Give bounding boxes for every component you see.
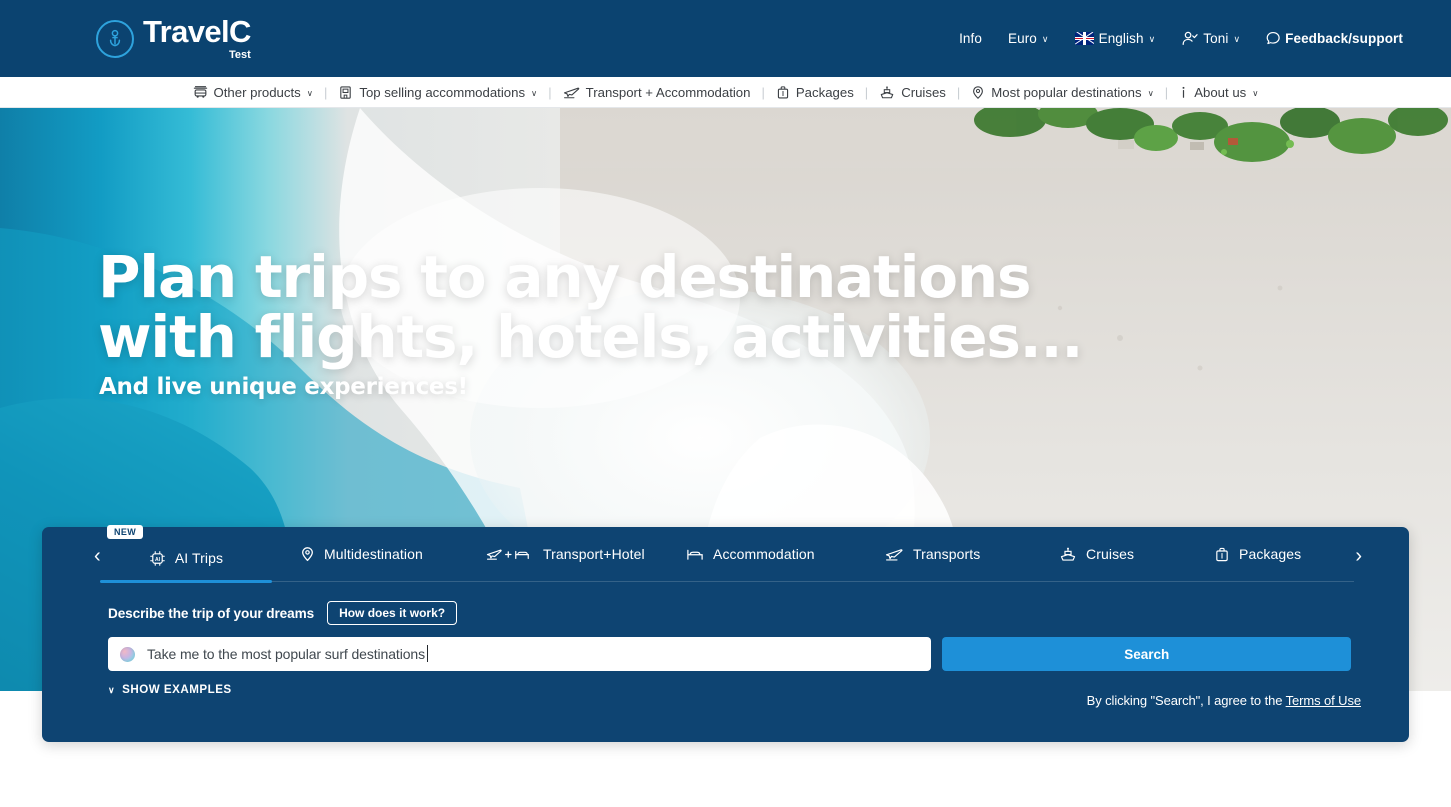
terms-of-use-link[interactable]: Terms of Use: [1286, 693, 1361, 708]
header-links: Info Euro ∨ English ∨ Toni ∨ Feedback/su…: [959, 30, 1403, 47]
header-link-currency[interactable]: Euro ∨: [1008, 31, 1049, 46]
nav-item-top-selling-accommodations-label: Top selling accommodations: [359, 84, 526, 100]
plane-icon: [885, 546, 904, 563]
suitcase-icon: [776, 85, 790, 100]
tab-packages[interactable]: Packages: [1214, 527, 1334, 582]
header-link-account-label: Toni: [1203, 31, 1229, 46]
building-icon: [338, 85, 353, 100]
show-examples-toggle[interactable]: ∨ SHOW EXAMPLES: [108, 683, 232, 696]
terms-text: By clicking "Search", I agree to the: [1086, 693, 1286, 708]
nav-item-cruises[interactable]: Cruises: [868, 85, 957, 100]
header-link-account[interactable]: Toni ∨: [1181, 30, 1240, 47]
tab-ai-trips[interactable]: NEW AI AI Trips: [100, 524, 272, 583]
nav-item-other-products-label: Other products: [213, 84, 301, 100]
user-icon: [1181, 30, 1198, 47]
tab-multidestination-label: Multidestination: [324, 546, 423, 562]
hero-subtitle: And live unique experiences!: [99, 374, 468, 400]
how-does-it-work-button[interactable]: How does it work?: [327, 601, 458, 625]
header-link-language[interactable]: English ∨: [1074, 31, 1156, 46]
logo[interactable]: TravelC Test: [96, 16, 251, 61]
tab-multidestination[interactable]: Multidestination: [300, 527, 450, 582]
anchor-circle-icon: [96, 19, 134, 58]
tab-accommodation[interactable]: Accommodation: [686, 527, 846, 582]
info-icon: [1179, 85, 1188, 100]
ship-icon: [879, 85, 895, 100]
search-input[interactable]: Take me to the most popular surf destina…: [108, 637, 932, 671]
map-pin-icon: [300, 546, 315, 562]
nav-item-transport-accommodation-label: Transport + Accommodation: [585, 84, 751, 100]
tab-transports-label: Transports: [913, 546, 981, 562]
tab-transports[interactable]: Transports: [885, 527, 1015, 582]
terms-notice: By clicking "Search", I agree to the Ter…: [1087, 693, 1361, 708]
nav-item-packages[interactable]: Packages: [765, 85, 865, 100]
chevron-down-icon: ∨: [1147, 87, 1154, 98]
search-tabs: NEW AI AI Trips Multidestination Transpo…: [100, 524, 1354, 583]
header-link-language-label: English: [1098, 31, 1144, 46]
header-link-info-label: Info: [959, 31, 982, 46]
suitcase-icon: [1214, 546, 1230, 563]
header-link-feedback[interactable]: Feedback/support: [1266, 31, 1403, 46]
page-root: TravelC Test Info Euro ∨ English ∨ Toni …: [0, 0, 1451, 807]
tabs-next-arrow[interactable]: ›: [1355, 546, 1362, 566]
nav-item-most-popular-destinations[interactable]: Most popular destinations ∨: [960, 85, 1165, 100]
ship-icon: [1059, 546, 1077, 563]
nav-item-top-selling-accommodations[interactable]: Top selling accommodations ∨: [327, 85, 548, 100]
header-link-currency-label: Euro: [1007, 31, 1037, 46]
tab-accommodation-label: Accommodation: [713, 546, 815, 562]
chevron-down-icon: ∨: [1148, 34, 1156, 44]
chevron-down-icon: ∨: [108, 685, 116, 695]
nav-item-about-us-label: About us: [1194, 84, 1247, 100]
svg-text:AI: AI: [155, 556, 161, 562]
search-panel: ‹ › NEW AI AI Trips Multidestination Tra…: [42, 524, 1409, 742]
chevron-down-icon: ∨: [1041, 34, 1049, 44]
nav-item-other-products[interactable]: Other products ∨: [182, 85, 324, 100]
nav-item-about-us[interactable]: About us ∨: [1168, 85, 1269, 100]
chat-bubble-icon: [1266, 31, 1281, 46]
hero-title: Plan trips to any destinations with flig…: [98, 243, 1083, 371]
nav-item-most-popular-destinations-label: Most popular destinations: [991, 84, 1142, 100]
nav-item-packages-label: Packages: [795, 84, 854, 100]
tab-cruises[interactable]: Cruises: [1059, 527, 1174, 582]
bed-icon: [686, 546, 704, 563]
new-badge: NEW: [107, 524, 144, 539]
nav-item-cruises-label: Cruises: [901, 84, 946, 100]
header-link-feedback-label: Feedback/support: [1285, 31, 1403, 46]
plane-plus-bed-icon: [486, 546, 534, 563]
ai-trips-form: Describe the trip of your dreams How doe…: [42, 582, 1409, 708]
top-header: TravelC Test Info Euro ∨ English ∨ Toni …: [0, 0, 1451, 77]
logo-title: TravelC: [143, 14, 251, 49]
search-input-value: Take me to the most popular surf destina…: [147, 645, 428, 662]
nav-item-transport-accommodation[interactable]: Transport + Accommodation: [552, 85, 762, 100]
show-examples-label: SHOW EXAMPLES: [122, 683, 232, 696]
logo-subtitle: Test: [229, 49, 251, 61]
chevron-down-icon: ∨: [1252, 87, 1259, 98]
tab-cruises-label: Cruises: [1086, 546, 1135, 562]
form-label: Describe the trip of your dreams: [108, 605, 315, 621]
plane-icon: [563, 85, 580, 100]
ai-chip-icon: AI: [149, 550, 166, 567]
uk-flag-icon: [1074, 32, 1094, 45]
search-button[interactable]: Search: [942, 637, 1351, 671]
tab-ai-trips-label: AI Trips: [174, 550, 224, 566]
tab-packages-label: Packages: [1239, 546, 1302, 562]
tab-transport-hotel[interactable]: Transport+Hotel: [486, 527, 661, 582]
chevron-down-icon: ∨: [1233, 34, 1241, 44]
header-link-info[interactable]: Info: [959, 31, 982, 46]
chevron-down-icon: ∨: [531, 87, 538, 98]
ai-sphere-icon: [120, 646, 135, 662]
chevron-down-icon: ∨: [306, 87, 313, 98]
bus-icon: [193, 85, 208, 100]
tab-transport-hotel-label: Transport+Hotel: [543, 546, 645, 562]
main-navigation: Other products ∨ | Top selling accommoda…: [0, 77, 1451, 108]
map-pin-icon: [971, 85, 985, 100]
